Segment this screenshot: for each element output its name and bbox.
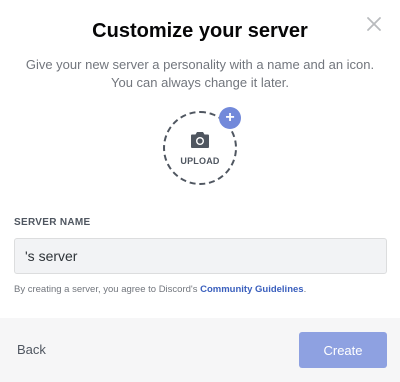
server-name-label: SERVER NAME [14,217,91,228]
create-server-modal: Customize your server Give your new serv… [0,0,400,382]
terms-suffix: . [303,284,307,295]
create-button[interactable]: Create [299,332,387,368]
modal-footer: Back Create [0,318,400,382]
back-button[interactable]: Back [17,342,46,357]
modal-title: Customize your server [92,20,308,42]
terms-prefix: By creating a server, you agree to Disco… [14,284,201,295]
plus-icon: + [219,107,241,129]
upload-icon-button[interactable]: UPLOAD + [163,107,241,185]
upload-label: UPLOAD [180,156,220,166]
modal-subtitle: Give your new server a personality with … [25,57,375,90]
community-guidelines-link[interactable]: Community Guidelines [200,284,303,295]
server-name-input[interactable] [14,238,387,274]
terms-text: By creating a server, you agree to Disco… [14,284,306,295]
camera-icon [191,132,209,148]
